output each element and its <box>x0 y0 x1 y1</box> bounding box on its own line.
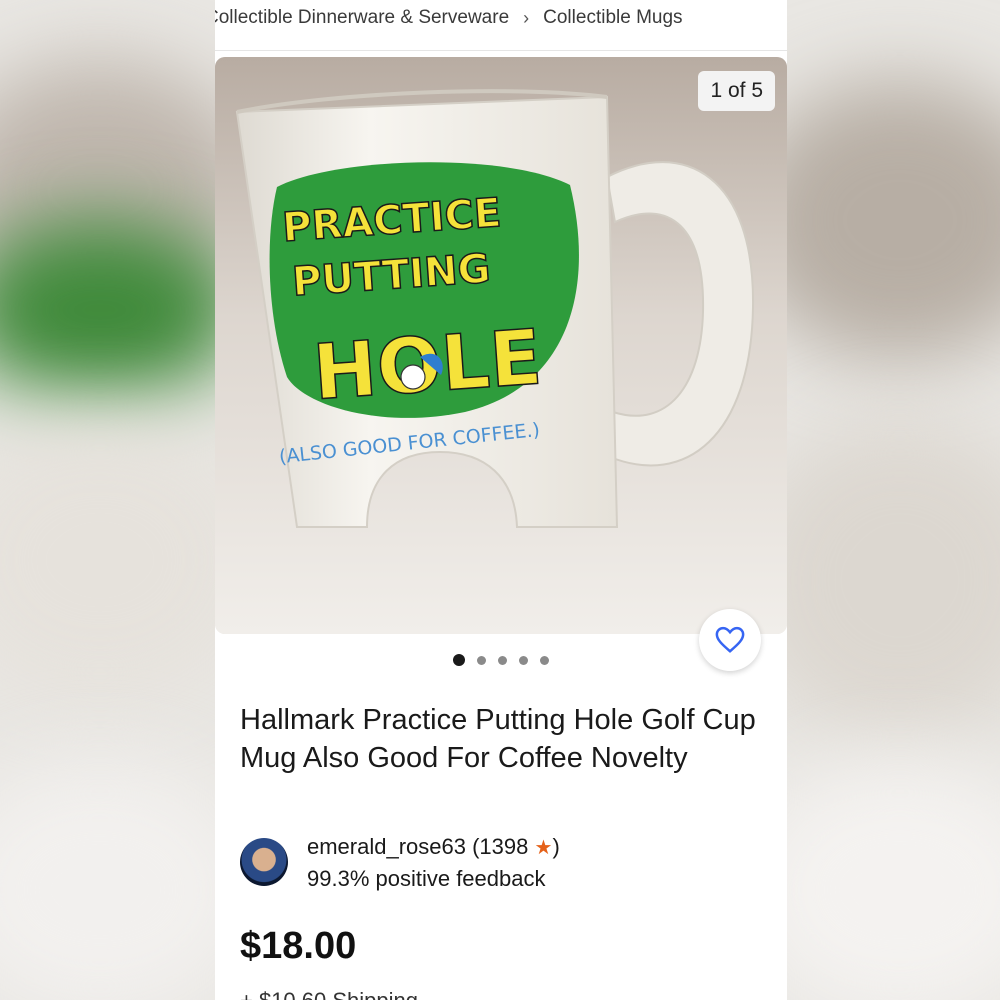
breadcrumb: Collectible Dinnerware & Serveware › Col… <box>215 0 787 36</box>
seller-score-close: ) <box>552 834 560 859</box>
shipping-cost: + $10.60 Shipping <box>240 988 418 1000</box>
pagination-dot[interactable] <box>540 655 549 665</box>
mug-text-line3: HOLE <box>310 312 544 417</box>
breadcrumb-item-dinnerware[interactable]: Collectible Dinnerware & Serveware <box>215 7 509 29</box>
pagination-dot[interactable] <box>477 655 486 665</box>
pagination-dot[interactable] <box>453 654 465 666</box>
image-gallery[interactable]: PRACTICE PUTTING HOLE (ALSO GOOD FOR COF… <box>215 57 787 634</box>
seller-feedback: 99.3% positive feedback <box>307 866 546 891</box>
seller-name[interactable]: emerald_rose63 <box>307 834 466 859</box>
seller-info[interactable]: emerald_rose63 (1398 ★) 99.3% positive f… <box>240 832 760 892</box>
listing-title: Hallmark Practice Putting Hole Golf Cup … <box>240 704 756 774</box>
pagination-dot[interactable] <box>498 655 507 665</box>
price: $18.00 <box>240 925 357 967</box>
seller-name-line[interactable]: emerald_rose63 (1398 ★) <box>307 834 560 860</box>
image-counter: 1 of 5 <box>698 71 775 111</box>
star-icon: ★ <box>534 837 553 859</box>
avatar[interactable] <box>240 838 288 886</box>
breadcrumb-item-mugs[interactable]: Collectible Mugs <box>543 7 682 29</box>
pagination-dot[interactable] <box>519 655 528 665</box>
seller-score: (1398 <box>472 834 529 859</box>
gallery-pagination[interactable] <box>453 654 549 666</box>
chevron-right-icon: › <box>523 7 530 28</box>
divider <box>215 50 787 51</box>
heart-outline-icon <box>715 626 745 653</box>
listing-page: Collectible Dinnerware & Serveware › Col… <box>215 0 787 1000</box>
favorite-button[interactable] <box>699 609 761 671</box>
product-photo: PRACTICE PUTTING HOLE (ALSO GOOD FOR COF… <box>215 57 787 634</box>
